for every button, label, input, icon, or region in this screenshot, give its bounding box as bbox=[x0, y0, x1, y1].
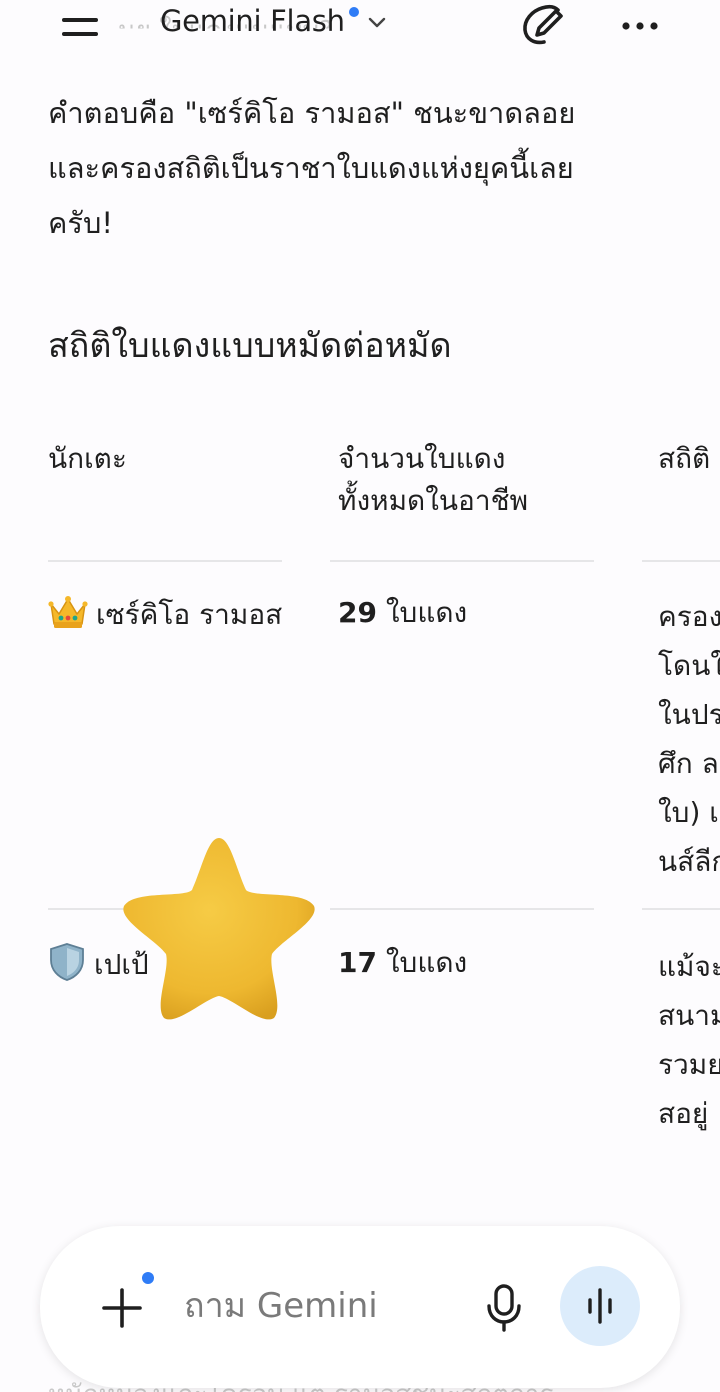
model-selector[interactable]: Gemini Flash bbox=[160, 4, 387, 38]
app-title: Gemini Flash bbox=[160, 4, 345, 38]
new-indicator-dot bbox=[348, 7, 359, 17]
table-divider bbox=[642, 560, 720, 562]
shield-icon bbox=[50, 943, 84, 981]
more-options-button[interactable] bbox=[616, 6, 664, 46]
table-cell-player: เซร์คิโอ รามอส bbox=[48, 590, 282, 639]
table-divider bbox=[642, 908, 720, 910]
live-voice-button[interactable] bbox=[560, 1266, 640, 1346]
column-header-player: นักเตะ bbox=[48, 442, 127, 475]
section-heading: สถิติใบแดงแบบหมัดต่อหมัด bbox=[48, 326, 452, 366]
table-cell-stat: ครอง โดนใ ในปร ศึก ล ใบ) เ นส์ลีก bbox=[658, 600, 720, 878]
gemini-chat-screen: นย ใบแดงแนแบบ? Gemini Flash คำตอบคือ "เซ… bbox=[0, 0, 720, 1392]
more-icon bbox=[622, 22, 658, 30]
column-header-stat: สถิติ bbox=[658, 442, 711, 475]
response-line: ครับ! bbox=[48, 206, 114, 240]
response-line: คำตอบคือ "เซร์คิโอ รามอส" ชนะขาดลอย bbox=[48, 96, 576, 130]
table-divider bbox=[48, 560, 282, 562]
top-app-bar: นย ใบแดงแนแบบ? Gemini Flash bbox=[0, 0, 720, 56]
menu-button[interactable] bbox=[58, 8, 102, 44]
star-icon bbox=[123, 838, 315, 1020]
prompt-input[interactable] bbox=[184, 1280, 474, 1332]
chevron-down-icon bbox=[368, 17, 385, 28]
column-header-reds: จำนวนใบแดง ทั้งหมดในอาชีพ bbox=[338, 442, 529, 517]
plus-icon bbox=[102, 1288, 142, 1328]
microphone-button[interactable] bbox=[484, 1280, 524, 1336]
new-chat-button[interactable] bbox=[518, 2, 570, 48]
mic-icon bbox=[487, 1284, 521, 1332]
table-divider bbox=[330, 560, 594, 562]
edit-icon bbox=[523, 4, 563, 45]
table-cell-reds: 29 ใบแดง bbox=[338, 596, 468, 629]
response-line: และครองสถิติเป็นราชาใบแดงแห่งยุคนี้เลย bbox=[48, 151, 574, 185]
table-cell-reds: 17 ใบแดง bbox=[338, 946, 468, 979]
crown-icon bbox=[48, 596, 88, 628]
prompt-bar bbox=[40, 1226, 680, 1388]
response-paragraph: คำตอบคือ "เซร์คิโอ รามอส" ชนะขาดลอย และค… bbox=[48, 86, 668, 251]
table-cell-stat: แม้จะ สนาม รวมย สอยู่ bbox=[658, 950, 720, 1130]
new-indicator-dot bbox=[142, 1272, 154, 1284]
voice-wave-icon bbox=[588, 1288, 612, 1324]
add-attachment-button[interactable] bbox=[98, 1284, 146, 1332]
menu-icon bbox=[62, 18, 98, 22]
table-divider bbox=[330, 908, 594, 910]
